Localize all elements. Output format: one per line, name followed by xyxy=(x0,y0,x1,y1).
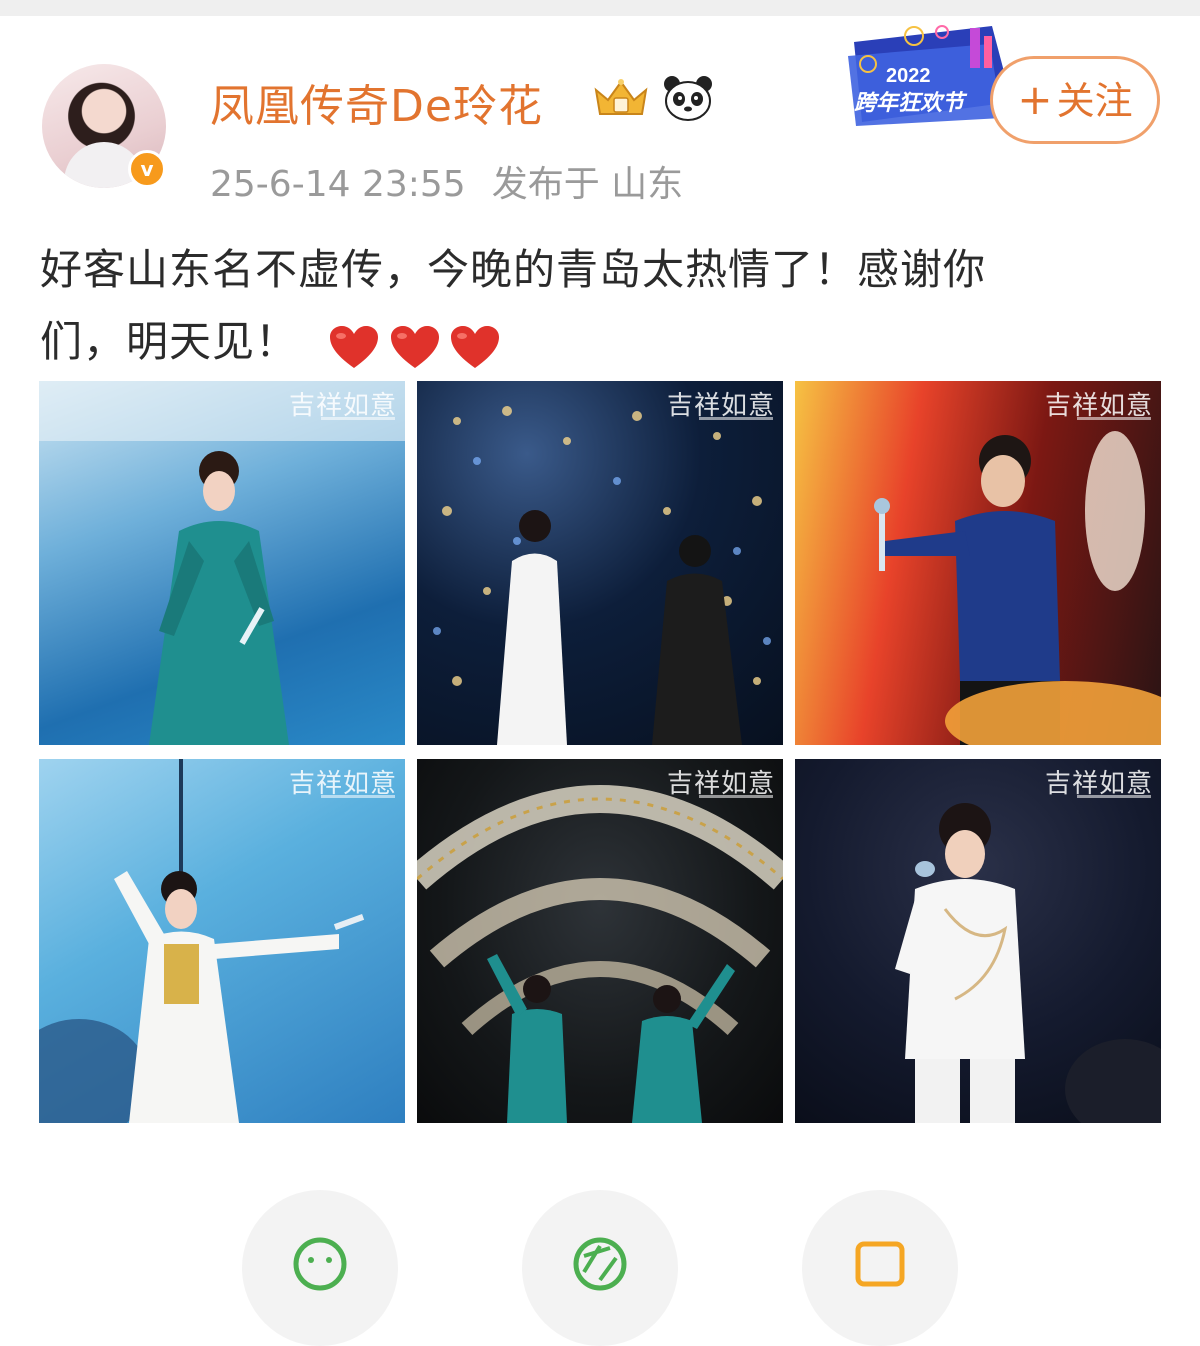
heart-icon xyxy=(330,326,379,368)
photo-watermark-line xyxy=(699,417,773,420)
photo-5[interactable]: 吉祥如意 xyxy=(417,759,783,1123)
photo-4-figure xyxy=(39,759,365,1123)
photo-1[interactable]: 吉祥如意 xyxy=(39,381,405,745)
verified-badge-icon: v xyxy=(128,150,166,188)
hearts xyxy=(328,309,500,381)
photo-6[interactable]: 吉祥如意 xyxy=(795,759,1161,1123)
photo-watermark-line xyxy=(321,795,395,798)
username[interactable]: 凤凰传奇De玲花 xyxy=(210,70,543,134)
photo-4[interactable]: 吉祥如意 xyxy=(39,759,405,1123)
plus-icon: + xyxy=(1017,75,1053,124)
photo-3-figure xyxy=(874,431,1161,745)
photo-watermark-line xyxy=(1077,795,1151,798)
photo-3[interactable]: 吉祥如意 xyxy=(795,381,1161,745)
heart-icon xyxy=(451,326,500,368)
top-divider xyxy=(0,0,1200,16)
camera-aperture-icon xyxy=(573,1237,627,1291)
photo-2-figure xyxy=(433,406,771,745)
post-timestamp: 25-6-14 23:55 xyxy=(210,164,466,205)
post-text: 好客山东名不虚传，今晚的青岛太热情了！感谢你 们，明天见！ xyxy=(40,234,1160,381)
emoji-icon xyxy=(293,1237,347,1291)
event-badge-name: 跨年狂欢节 xyxy=(854,90,968,116)
post-text-line-2-wrap: 们，明天见！ xyxy=(40,306,1160,381)
photo-6-figure xyxy=(895,803,1161,1123)
emoji-button[interactable] xyxy=(242,1190,398,1346)
photo-1-figure xyxy=(39,381,405,745)
follow-button[interactable]: + 关注 xyxy=(990,56,1160,144)
camera-button[interactable] xyxy=(522,1190,678,1346)
photo-2[interactable]: 吉祥如意 xyxy=(417,381,783,745)
crown-member-icon[interactable] xyxy=(590,76,652,120)
photo-5-figure xyxy=(417,785,783,1123)
follow-label: 关注 xyxy=(1056,79,1133,123)
panda-icon xyxy=(664,76,712,121)
heart-icon xyxy=(390,326,439,368)
photo-watermark-line xyxy=(321,417,395,420)
image-button[interactable] xyxy=(802,1190,958,1346)
photo-watermark-line xyxy=(699,795,773,798)
event-badge-year: 2022 xyxy=(886,65,931,87)
post-text-line-1: 好客山东名不虚传，今晚的青岛太热情了！感谢你 xyxy=(40,245,987,294)
post-meta: 25-6-14 23:55 发布于 山东 xyxy=(210,155,683,207)
image-icon xyxy=(855,1241,905,1287)
post-location: 发布于 山东 xyxy=(491,164,684,205)
photo-watermark-line xyxy=(1077,417,1151,420)
post-text-line-2: 们，明天见！ xyxy=(40,317,299,366)
photo-grid: 吉祥如意 吉祥如意 吉祥如意 吉祥如意 吉祥如意 吉祥如意 xyxy=(39,381,1161,1123)
